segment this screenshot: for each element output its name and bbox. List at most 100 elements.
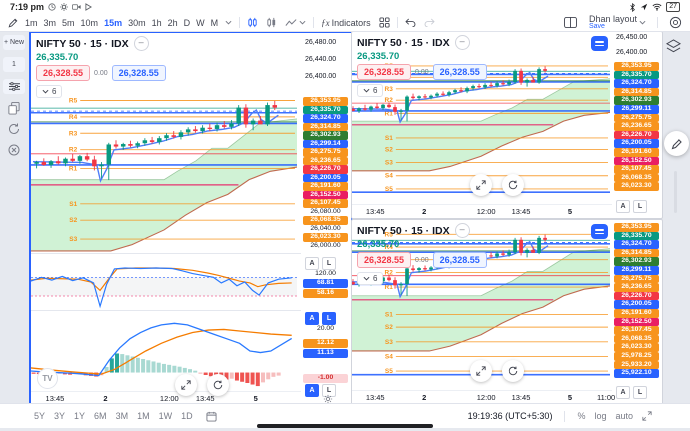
hollow-candles-icon[interactable]	[262, 16, 281, 29]
alert-button[interactable]: A	[305, 312, 319, 325]
rail-scrollbar[interactable]	[674, 171, 677, 213]
timeframe-more-chevron[interactable]	[221, 19, 236, 26]
grid-layout-icon[interactable]	[375, 16, 394, 29]
symbol-title[interactable]: NIFTY 50 · 15 · IDX	[36, 38, 129, 50]
timeframe-D[interactable]: D	[181, 17, 194, 29]
alert-order-buttons: AL	[305, 257, 336, 270]
expand-pane-icon[interactable]	[175, 374, 197, 396]
alert-button[interactable]: A	[616, 386, 630, 399]
log-scale-button[interactable]: log	[594, 411, 606, 421]
layout-save-link[interactable]: Save	[589, 23, 605, 31]
server-clock[interactable]: 19:19:36 (UTC+5:30)	[468, 411, 553, 421]
draw-pencil-icon[interactable]	[4, 17, 22, 29]
video-icon	[72, 3, 81, 11]
auto-scale-button[interactable]: auto	[615, 411, 633, 421]
percent-scale-button[interactable]: %	[577, 411, 585, 421]
alert-button[interactable]: A	[616, 200, 630, 213]
symbol-title[interactable]: NIFTY 50 · 15 · IDX	[357, 225, 450, 237]
sell-button[interactable]: 26,328.55	[36, 65, 90, 81]
price-label: 26,107.45	[614, 165, 659, 174]
macd-pane[interactable]	[31, 311, 297, 391]
chart-panel-top-right[interactable]: NIFTY 50 · 15 · IDX – 26,335.70 26,328.5…	[351, 31, 663, 219]
timeframe-15m[interactable]: 15m	[101, 17, 125, 29]
reset-chart-icon[interactable]	[207, 374, 229, 396]
timeframe-5m[interactable]: 5m	[59, 17, 78, 29]
symbol-title[interactable]: NIFTY 50 · 15 · IDX	[357, 37, 450, 49]
chart-panel-bottom-right[interactable]: NIFTY 50 · 15 · IDX – 26,335.70 26,328.5…	[351, 219, 663, 405]
timeframe-1h[interactable]: 1h	[149, 17, 165, 29]
price-scale[interactable]: 26,353.9526,335.7026,324.7026,314.8526,3…	[612, 220, 662, 391]
timeframe-1m[interactable]: 1m	[22, 17, 41, 29]
sell-button[interactable]: 26,328.55	[357, 64, 411, 80]
buy-button[interactable]: 26,328.55	[433, 252, 487, 268]
price-label: 26,107.45	[303, 199, 348, 208]
multichart-layout-icon[interactable]	[560, 16, 581, 29]
close-all-icon[interactable]	[3, 143, 25, 157]
timeframe-3m[interactable]: 3m	[41, 17, 60, 29]
indicator-collapse-button[interactable]: 6	[357, 272, 383, 285]
timeframe-10m[interactable]: 10m	[78, 17, 102, 29]
chart-panel-main[interactable]: NIFTY 50 · 15 · IDX – 26,335.70 26,328.5…	[29, 31, 353, 407]
price-label: 26,080.00	[303, 208, 348, 217]
price-scale[interactable]: 26,450.0026,400.0026,353.9526,335.7026,3…	[612, 32, 662, 205]
copy-layout-icon[interactable]	[3, 101, 25, 115]
order-button[interactable]: L	[633, 386, 647, 399]
range-1W[interactable]: 1W	[159, 411, 173, 421]
new-chart-button[interactable]: + New	[3, 35, 25, 50]
gesture-bar	[257, 424, 433, 428]
layers-icon[interactable]	[665, 39, 682, 55]
refresh-icon[interactable]	[3, 122, 25, 136]
go-to-date-icon[interactable]	[202, 410, 221, 423]
alert-button[interactable]: A	[305, 384, 319, 397]
maximize-chart-icon[interactable]	[642, 411, 652, 421]
reset-chart-icon[interactable]	[502, 360, 524, 382]
drawing-tools-fab[interactable]	[664, 131, 689, 156]
order-button[interactable]: L	[322, 257, 336, 270]
sell-button[interactable]: 26,328.55	[357, 252, 411, 268]
range-3Y[interactable]: 3Y	[54, 411, 65, 421]
order-button[interactable]: L	[322, 312, 336, 325]
timeframe-W[interactable]: W	[193, 17, 208, 29]
timeframe-2h[interactable]: 2h	[165, 17, 181, 29]
timeframe-M[interactable]: M	[208, 17, 222, 29]
indicator-collapse-button[interactable]: 6	[357, 84, 383, 97]
expand-pane-icon[interactable]	[470, 174, 492, 196]
layout-name-button[interactable]: Dhan layout Save	[585, 14, 650, 32]
range-1Y[interactable]: 1Y	[74, 411, 85, 421]
range-1M[interactable]: 1M	[137, 411, 150, 421]
buy-button[interactable]: 26,328.55	[112, 65, 166, 81]
indicators-button[interactable]: ƒx Indicators	[317, 17, 375, 29]
range-6M[interactable]: 6M	[94, 411, 107, 421]
restore-layout-button[interactable]	[591, 36, 608, 51]
pivot-label-R4: R4	[69, 114, 78, 121]
object-tree-button[interactable]	[3, 79, 25, 94]
collapse-symbol-icon[interactable]: –	[455, 223, 470, 238]
time-axis[interactable]: 13:45212:0013:455	[352, 204, 612, 219]
pivot-label-S4: S4	[385, 353, 393, 360]
collapse-symbol-icon[interactable]: –	[134, 36, 149, 51]
collapse-symbol-icon[interactable]: –	[455, 35, 470, 50]
restore-layout-button[interactable]	[591, 224, 608, 239]
rsi-pane[interactable]	[31, 254, 297, 310]
pencil-icon	[671, 138, 683, 150]
expand-pane-icon[interactable]	[470, 360, 492, 382]
publish-icon[interactable]	[665, 15, 686, 30]
timeframe-30m[interactable]: 30m	[125, 17, 149, 29]
price-scale[interactable]: 26,480.0026,440.0026,400.0026,353.9526,3…	[301, 33, 351, 392]
range-5Y[interactable]: 5Y	[34, 411, 45, 421]
candles-style-icon[interactable]	[243, 16, 262, 29]
reset-chart-icon[interactable]	[502, 174, 524, 196]
undo-icon[interactable]	[401, 17, 420, 28]
watchlist-count-badge[interactable]: 1	[3, 57, 25, 72]
status-time: 7:19 pm	[10, 2, 44, 12]
range-1D[interactable]: 1D	[181, 411, 193, 421]
order-button[interactable]: L	[633, 200, 647, 213]
time-tick: 5	[254, 394, 258, 403]
buy-button[interactable]: 26,328.55	[433, 64, 487, 80]
range-3M[interactable]: 3M	[116, 411, 129, 421]
redo-icon[interactable]	[420, 17, 439, 28]
alert-button[interactable]: A	[305, 257, 319, 270]
indicator-collapse-button[interactable]: 6	[36, 85, 62, 98]
line-style-icon[interactable]	[281, 17, 310, 29]
price-label: 26,302.93	[614, 257, 659, 266]
